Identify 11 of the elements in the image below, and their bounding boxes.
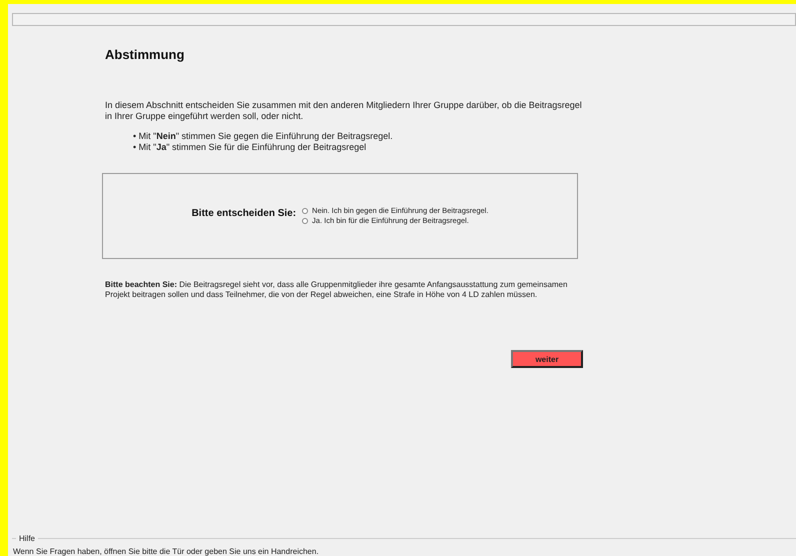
next-button[interactable]: weiter xyxy=(511,350,583,368)
note-text: Bitte beachten Sie: Die Beitragsregel sieht vor, dass alle Gruppenmitglieder ihre gesamte Anfangsausstattung zum gemeinsamen Projekt beitragen sollen und dass Teilnehmer, die von der Regel abweichen, eine Strafe in Höhe von 4 LD zahlen müssen. xyxy=(105,280,568,300)
bullet-text: • Mit "Nein" stimmen Sie gegen die Einführung der Beitragsregel. xyxy=(133,131,394,142)
help-title: Hilfe xyxy=(16,534,38,543)
help-text: Wenn Sie Fragen haben, öffnen Sie bitte die Tür oder geben Sie uns ein Handreichen. xyxy=(12,547,320,556)
radio-button[interactable] xyxy=(302,218,308,224)
radio-button[interactable] xyxy=(302,208,308,214)
page-title: Abstimmung xyxy=(105,47,186,62)
bullet-text: • Mit "Ja" stimmen Sie für die Einführung der Beitragsregel xyxy=(133,142,368,153)
intro-text: In diesem Abschnitt entscheiden Sie zusammen mit den anderen Mitgliedern Ihrer Gruppe darüber, ob die Beitragsregel in Ihrer Gruppe eingeführt werden soll, oder nicht. xyxy=(105,100,583,122)
question-label: Bitte entscheiden Sie: xyxy=(192,208,296,219)
